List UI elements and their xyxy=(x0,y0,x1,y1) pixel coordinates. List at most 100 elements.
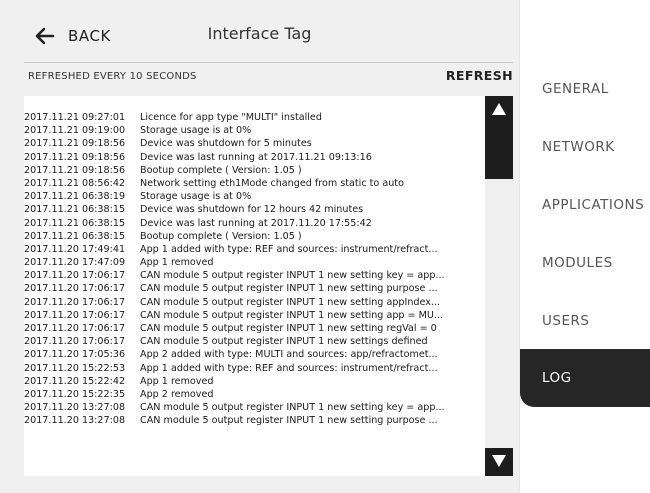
log-entry: 2017.11.20 13:27:08 CAN module 5 output r… xyxy=(24,414,485,427)
log-entry-time: 2017.11.20 15:22:42 xyxy=(24,375,126,387)
settings-nav: GENERAL NETWORK APPLICATIONS MODULES USERS LO… xyxy=(520,60,650,493)
log-entry-time: 2017.11.21 06:38:19 xyxy=(24,191,126,203)
log-entry-time: 2017.11.21 06:38:15 xyxy=(24,230,126,242)
nav-item-modules[interactable]: MODULES xyxy=(520,234,650,292)
log-entry-time: 2017.11.20 17:06:17 xyxy=(24,323,126,334)
log-entry-time: 2017.11.20 17:06:17 xyxy=(24,309,126,321)
scrollbar[interactable] xyxy=(485,96,513,476)
nav-item-label: LOG xyxy=(542,370,572,386)
log-entry-message: Network setting eth1Mode changed from st… xyxy=(140,177,404,189)
log-entry-time: 2017.11.20 13:27:08 xyxy=(24,402,126,414)
nav-item-label: USERS xyxy=(542,313,590,329)
log-entry-time: 2017.11.20 17:06:17 xyxy=(24,270,126,282)
header: BACK Interface Tag xyxy=(0,0,519,62)
scroll-down-button[interactable] xyxy=(485,448,513,476)
log-entry: 2017.11.21 06:38:19 Storage usage is at 0… xyxy=(24,190,485,203)
log-entry-message: App 1 removed xyxy=(140,257,214,269)
log-entry-message: Bootup complete ( Version: 1.05 ) xyxy=(140,230,302,242)
log-entry-message: App 2 removed xyxy=(140,388,214,400)
nav-item-users[interactable]: USERS xyxy=(520,292,650,350)
log-entry-message: Device was last running at 2017.11.21 09… xyxy=(140,151,372,163)
log-entry: 2017.11.20 17:47:09 App 1 removed xyxy=(24,256,485,269)
log-entry-message: CAN module 5 output register INPUT 1 new… xyxy=(140,309,444,321)
triangle-down-icon xyxy=(491,453,507,472)
log-entry-message: App 1 removed xyxy=(140,375,214,387)
log-entry: 2017.11.20 17:05:36 App 2 added with type… xyxy=(24,348,485,361)
log-view: 2017.11.21 09:27:01 Licence for app type … xyxy=(24,96,513,476)
content-panel: BACK Interface Tag REFRESHED EVERY 10 SE… xyxy=(0,0,520,493)
log-entry-message: CAN module 5 output register INPUT 1 new… xyxy=(140,402,445,414)
log-entry: 2017.11.20 17:49:41 App 1 added with type… xyxy=(24,243,485,256)
back-button[interactable]: BACK xyxy=(34,24,111,48)
log-entry: 2017.11.21 06:38:15 Device was shutdown f… xyxy=(24,203,485,216)
log-entry-time: 2017.11.20 17:47:09 xyxy=(24,257,126,269)
nav-item-network[interactable]: NETWORK xyxy=(520,118,650,176)
log-entry-time: 2017.11.20 17:05:36 xyxy=(24,349,126,361)
log-entry-time: 2017.11.21 09:18:56 xyxy=(24,138,126,150)
nav-item-log[interactable]: LOG xyxy=(520,349,650,407)
log-entry-time: 2017.11.20 15:22:35 xyxy=(24,388,126,400)
log-entry: 2017.11.21 06:38:15 Bootup complete ( Ver… xyxy=(24,230,485,243)
log-entry-message: CAN module 5 output register INPUT 1 new… xyxy=(140,296,441,308)
nav-item-label: GENERAL xyxy=(542,81,609,97)
log-entry-time: 2017.11.20 15:22:53 xyxy=(24,362,126,374)
log-entry-message: CAN module 5 output register INPUT 1 new… xyxy=(140,415,438,427)
log-entry-message: Bootup complete ( Version: 1.05 ) xyxy=(140,164,302,176)
log-entry-time: 2017.11.20 17:49:41 xyxy=(24,243,126,255)
nav-item-label: APPLICATIONS xyxy=(542,197,645,213)
log-list: 2017.11.21 09:27:01 Licence for app type … xyxy=(24,111,485,428)
nav-item-label: MODULES xyxy=(542,255,613,271)
log-entry: 2017.11.21 09:19:00 Storage usage is at 0… xyxy=(24,124,485,137)
arrow-left-icon xyxy=(34,25,56,47)
triangle-up-icon xyxy=(491,101,507,120)
log-entry-message: Storage usage is at 0% xyxy=(140,191,252,203)
log-entry-message: App 1 added with type: REF and sources: … xyxy=(140,243,438,255)
log-entry-time: 2017.11.21 09:27:01 xyxy=(24,112,126,123)
log-entry: 2017.11.20 17:06:17 CAN module 5 output r… xyxy=(24,282,485,295)
log-entry-message: Device was shutdown for 5 minutes xyxy=(140,138,312,150)
back-label: BACK xyxy=(68,27,111,45)
log-entry-time: 2017.11.20 17:06:17 xyxy=(24,283,126,295)
log-entry: 2017.11.21 09:18:56 Bootup complete ( Ver… xyxy=(24,164,485,177)
log-entry: 2017.11.20 17:06:17 CAN module 5 output r… xyxy=(24,296,485,309)
log-entry-time: 2017.11.21 06:38:15 xyxy=(24,204,126,216)
log-entry-message: CAN module 5 output register INPUT 1 new… xyxy=(140,323,437,334)
log-entry-time: 2017.11.20 13:27:08 xyxy=(24,415,126,427)
refresh-interval-note: REFRESHED EVERY 10 SECONDS xyxy=(28,71,197,82)
scroll-up-button[interactable] xyxy=(485,96,513,124)
log-entry: 2017.11.20 13:27:08 CAN module 5 output r… xyxy=(24,401,485,414)
scrollbar-thumb[interactable] xyxy=(485,124,513,179)
log-entry-time: 2017.11.21 09:19:00 xyxy=(24,125,126,137)
nav-item-label: NETWORK xyxy=(542,139,615,155)
log-entry: 2017.11.20 15:22:53 App 1 added with type… xyxy=(24,362,485,375)
log-entry: 2017.11.20 17:06:17 CAN module 5 output r… xyxy=(24,309,485,322)
log-entry: 2017.11.20 17:06:17 CAN module 5 output r… xyxy=(24,335,485,348)
log-entry: 2017.11.20 15:22:35 App 2 removed xyxy=(24,388,485,401)
log-entry: 2017.11.21 08:56:42 Network setting eth1M… xyxy=(24,177,485,190)
log-entry-message: CAN module 5 output register INPUT 1 new… xyxy=(140,270,445,282)
log-entry: 2017.11.21 09:27:01 Licence for app type … xyxy=(24,111,485,124)
log-entry-message: Storage usage is at 0% xyxy=(140,125,252,137)
nav-item-general[interactable]: GENERAL xyxy=(520,60,650,118)
log-entry-message: App 1 added with type: REF and sources: … xyxy=(140,362,438,374)
log-entry-message: Device was shutdown for 12 hours 42 minu… xyxy=(140,204,364,216)
refresh-button[interactable]: REFRESH xyxy=(446,68,513,83)
log-entry-message: CAN module 5 output register INPUT 1 new… xyxy=(140,336,428,348)
log-entry: 2017.11.20 17:06:17 CAN module 5 output r… xyxy=(24,322,485,335)
log-entry: 2017.11.21 09:18:56 Device was shutdown f… xyxy=(24,137,485,150)
log-entry: 2017.11.21 09:18:56 Device was last runni… xyxy=(24,151,485,164)
log-entry-time: 2017.11.21 08:56:42 xyxy=(24,177,126,189)
log-entry: 2017.11.20 15:22:42 App 1 removed xyxy=(24,375,485,388)
log-entry: 2017.11.21 06:38:15 Device was last runni… xyxy=(24,217,485,230)
log-entry-time: 2017.11.20 17:06:17 xyxy=(24,296,126,308)
log-entry-message: Device was last running at 2017.11.20 17… xyxy=(140,217,372,229)
log-entry-message: App 2 added with type: MULTI and sources… xyxy=(140,349,438,361)
log-entry-time: 2017.11.20 17:06:17 xyxy=(24,336,126,348)
log-entry-time: 2017.11.21 06:38:15 xyxy=(24,217,126,229)
log-entry-message: CAN module 5 output register INPUT 1 new… xyxy=(140,283,438,295)
log-entry-message: Licence for app type "MULTI" installed xyxy=(140,112,322,123)
log-entry-time: 2017.11.21 09:18:56 xyxy=(24,164,126,176)
log-entry-time: 2017.11.21 09:18:56 xyxy=(24,151,126,163)
log-toolbar: REFRESHED EVERY 10 SECONDS REFRESH xyxy=(24,63,513,93)
nav-item-applications[interactable]: APPLICATIONS xyxy=(520,176,650,234)
